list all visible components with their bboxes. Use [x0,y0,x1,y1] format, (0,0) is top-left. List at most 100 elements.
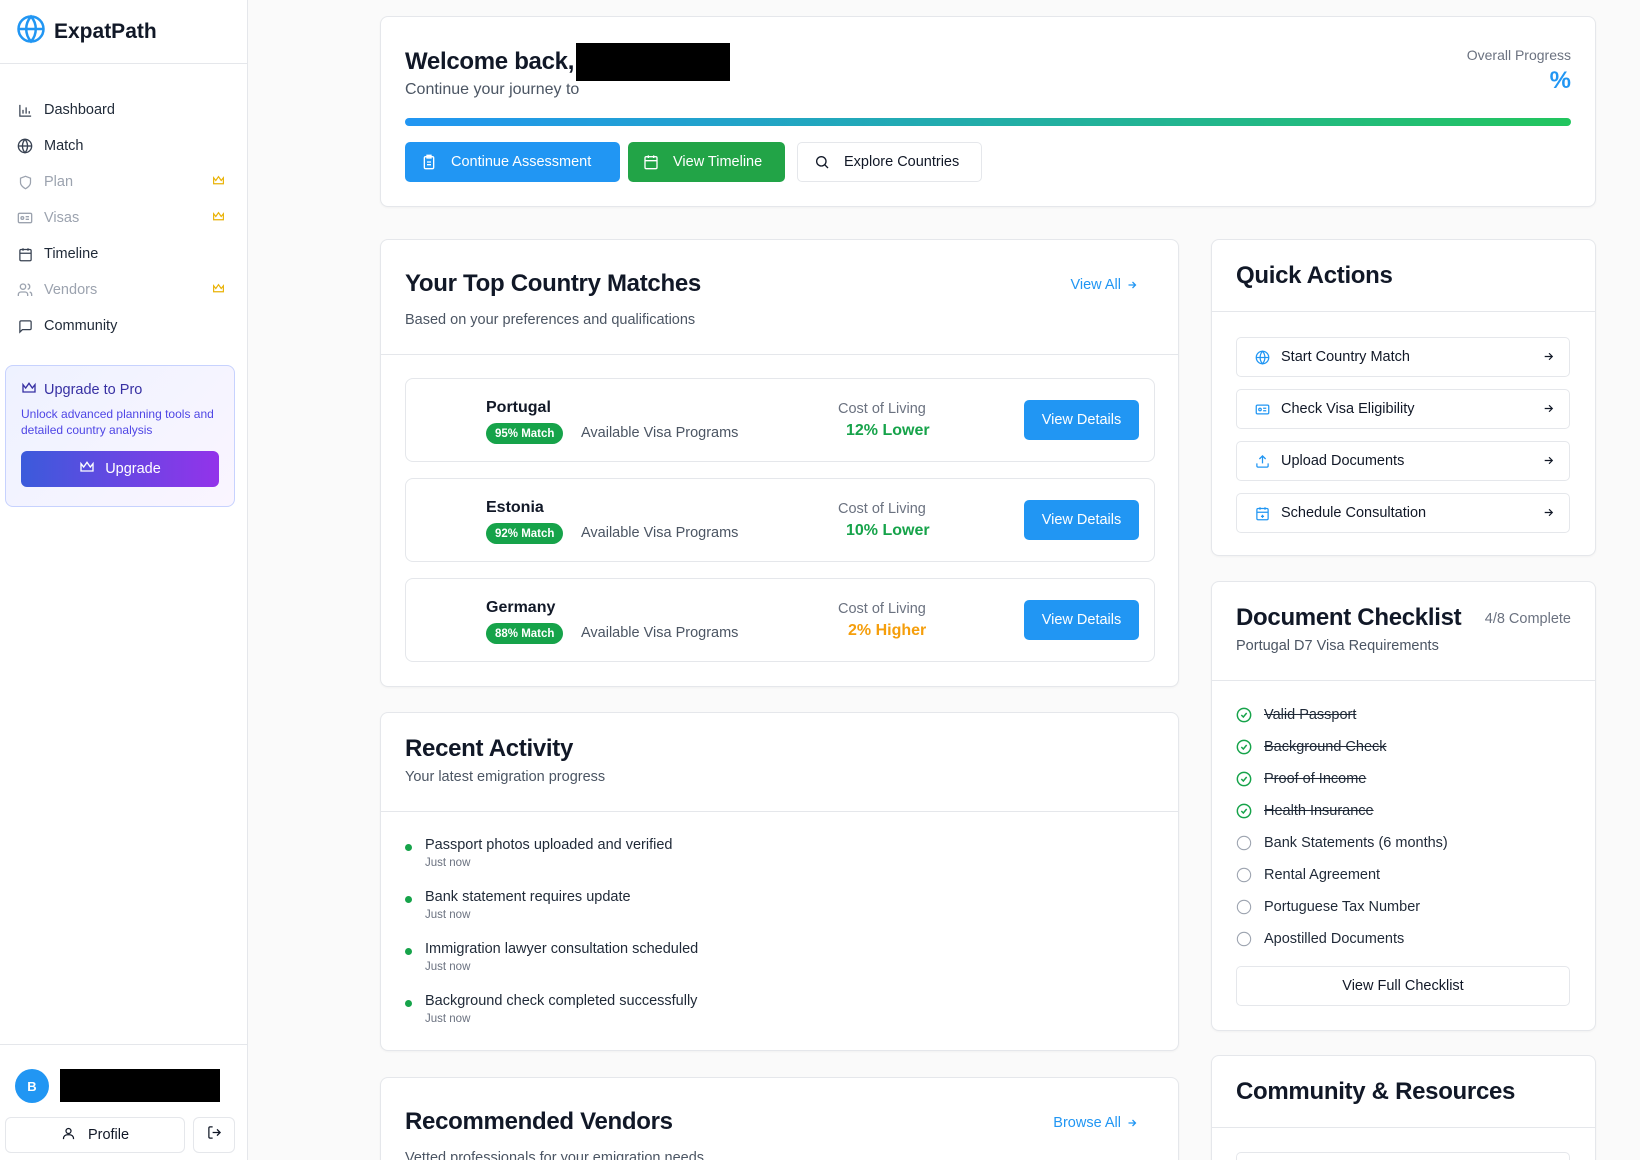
view-details-button[interactable]: View Details [1024,600,1139,640]
activity-time: Just now [425,1013,471,1025]
view-details-label: View Details [1041,612,1122,628]
view-details-button[interactable]: View Details [1024,500,1139,540]
brand[interactable]: ExpatPath [0,0,247,64]
cost-label: Cost of Living [838,601,926,617]
match-row-portugal: Portugal 95% Match Available Visa Progra… [405,378,1155,462]
sidebar-item-label: Community [44,318,118,334]
browse-all-label: Browse All [1053,1115,1121,1131]
quick-actions-card: Quick Actions Start Country Match Check … [1211,239,1596,556]
match-row-estonia: Estonia 92% Match Available Visa Program… [405,478,1155,562]
cost-value: 12% Lower [846,422,930,439]
quick-action-label: Start Country Match [1281,349,1410,365]
sidebar-item-label: Vendors [44,282,98,298]
checklist-title: Document Checklist [1236,604,1462,631]
logout-icon [207,1125,222,1145]
visa-programs-label: Available Visa Programs [581,625,739,641]
empty-circle-icon [1236,931,1252,947]
checklist-item-label: Health Insurance [1264,803,1374,819]
quick-actions-title: Quick Actions [1236,262,1393,289]
quick-action-label: Schedule Consultation [1281,505,1427,521]
brand-name: ExpatPath [54,19,157,43]
avatar[interactable]: B [15,1069,49,1103]
status-dot [405,1000,412,1007]
quick-action-label: Check Visa Eligibility [1281,401,1415,417]
status-dot [405,844,412,851]
users-icon [16,281,34,299]
profile-button[interactable]: Profile [5,1117,185,1153]
status-dot [405,896,412,903]
bar-chart-icon [16,101,34,119]
welcome-card: Welcome back, Continue your journey to O… [380,16,1596,207]
sidebar-item-dashboard[interactable]: Dashboard [0,92,247,128]
continue-assessment-button[interactable]: Continue Assessment [405,142,620,182]
status-dot [405,948,412,955]
clipboard-icon [421,154,437,170]
view-details-button[interactable]: View Details [1024,400,1139,440]
checklist-item-label: Bank Statements (6 months) [1264,835,1448,851]
upload-documents-button[interactable]: Upload Documents [1236,441,1570,481]
cost-value: 2% Higher [848,622,927,639]
upgrade-card: Upgrade to Pro Unlock advanced planning … [5,365,235,507]
checklist-item: Apostilled Documents [1236,931,1404,947]
arrow-right-icon [1542,506,1555,523]
upgrade-button[interactable]: Upgrade [21,451,219,487]
activity-text: Immigration lawyer consultation schedule… [425,941,699,957]
check-circle-icon [1236,707,1252,723]
explore-countries-button[interactable]: Explore Countries [797,142,982,182]
activity-text: Passport photos uploaded and verified [425,837,673,853]
cost-label: Cost of Living [838,401,926,417]
sidebar-item-timeline[interactable]: Timeline [0,236,247,272]
checklist-item-label: Rental Agreement [1264,867,1381,883]
matches-title: Your Top Country Matches [405,270,701,297]
sidebar-item-community[interactable]: Community [0,308,247,344]
activity-time: Just now [425,961,471,973]
visa-programs-label: Available Visa Programs [581,525,739,541]
community-item[interactable] [1236,1152,1570,1160]
shield-icon [16,173,34,191]
browse-all-link[interactable]: Browse All [1053,1115,1138,1131]
activity-subtitle: Your latest emigration progress [405,769,606,785]
sidebar-item-match[interactable]: Match [0,128,247,164]
checklist-item-label: Valid Passport [1264,707,1357,723]
view-all-link[interactable]: View All [1070,277,1138,293]
check-visa-eligibility-button[interactable]: Check Visa Eligibility [1236,389,1570,429]
community-card: Community & Resources [1211,1055,1596,1160]
match-badge: 88% Match [486,623,564,644]
upgrade-title-text: Upgrade to Pro [44,382,143,398]
divider [1212,680,1595,681]
crown-icon [79,459,95,479]
empty-circle-icon [1236,867,1252,883]
checklist-item: Valid Passport [1236,707,1356,723]
matches-subtitle: Based on your preferences and qualificat… [405,312,696,328]
view-timeline-label: View Timeline [673,154,763,170]
checklist-item-label: Portuguese Tax Number [1264,899,1421,915]
schedule-consultation-button[interactable]: Schedule Consultation [1236,493,1570,533]
match-badge: 95% Match [486,423,564,444]
view-timeline-button[interactable]: View Timeline [628,142,785,182]
crown-icon [212,282,225,299]
country-name: Portugal [486,399,551,416]
view-full-checklist-button[interactable]: View Full Checklist [1236,966,1570,1006]
activity-time: Just now [425,857,471,869]
logout-button[interactable] [193,1117,235,1153]
divider [1212,1127,1595,1128]
start-country-match-button[interactable]: Start Country Match [1236,337,1570,377]
sidebar-item-vendors[interactable]: Vendors [0,272,247,308]
country-name: Germany [486,599,556,616]
sidebar-item-visas[interactable]: Visas [0,200,247,236]
view-details-label: View Details [1041,412,1122,428]
vendors-subtitle: Vetted professionals for your emigration… [405,1150,705,1160]
checklist-item: Background Check [1236,739,1387,755]
checklist-subtitle: Portugal D7 Visa Requirements [1236,638,1439,654]
progress-fill [405,118,1571,126]
sidebar-item-plan[interactable]: Plan [0,164,247,200]
redacted-name [576,43,731,81]
upload-icon [1253,452,1271,470]
checklist-item: Health Insurance [1236,803,1374,819]
country-name: Estonia [486,499,544,516]
progress-label: Overall Progress [1466,47,1571,63]
empty-circle-icon [1236,835,1252,851]
quick-action-label: Upload Documents [1281,453,1405,469]
upgrade-title: Upgrade to Pro [21,380,219,400]
user-icon [61,1126,76,1145]
